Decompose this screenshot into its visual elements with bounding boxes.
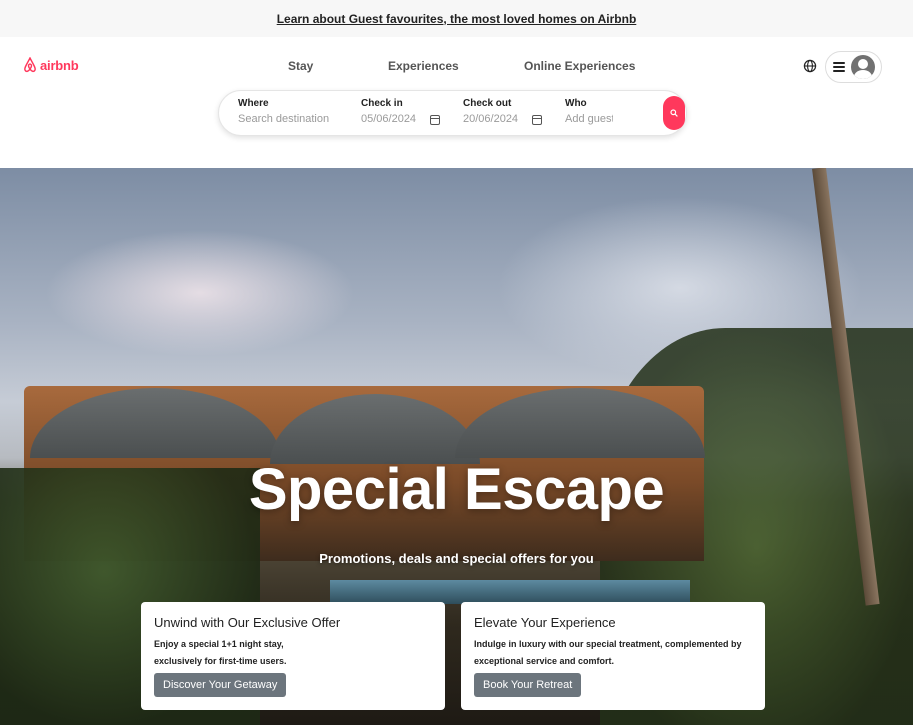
hero-subtitle: Promotions, deals and special offers for…: [319, 551, 594, 566]
offer-card-text: Indulge in luxury with our special treat…: [474, 639, 742, 649]
search-bar: Where Search destination Check in 05/06/…: [218, 90, 687, 136]
announcement-banner: Learn about Guest favourites, the most l…: [0, 0, 913, 37]
user-menu-button[interactable]: [825, 51, 882, 83]
hamburger-icon: [833, 62, 845, 72]
search-icon: [670, 109, 678, 117]
globe-icon[interactable]: [803, 59, 817, 73]
offer-card-text: exceptional service and comfort.: [474, 656, 615, 666]
check-out-label: Check out: [463, 98, 512, 109]
nav-stay[interactable]: Stay: [288, 59, 313, 73]
offer-card-title: Elevate Your Experience: [474, 615, 616, 630]
where-field[interactable]: Where Search destination: [238, 98, 329, 125]
check-out-input[interactable]: 20/06/2024: [463, 113, 518, 125]
check-in-label: Check in: [361, 98, 403, 109]
calendar-icon[interactable]: [430, 115, 440, 125]
search-button[interactable]: [663, 96, 685, 130]
book-retreat-button[interactable]: Book Your Retreat: [474, 673, 582, 697]
guest-favourites-link[interactable]: Learn about Guest favourites, the most l…: [277, 12, 637, 26]
logo-text: airbnb: [40, 57, 79, 73]
check-out-field[interactable]: Check out 20/06/2024: [463, 98, 518, 125]
hero-section: Special Escape Promotions, deals and spe…: [0, 168, 913, 725]
user-avatar-icon: [851, 55, 875, 79]
offer-card-text: exclusively for first-time users.: [154, 656, 287, 666]
offer-card-text: Enjoy a special 1+1 night stay,: [154, 639, 284, 649]
hero-title: Special Escape: [248, 457, 665, 522]
site-header: airbnb Stay Experiences Online Experienc…: [0, 37, 913, 168]
discover-getaway-button[interactable]: Discover Your Getaway: [154, 673, 287, 697]
calendar-icon[interactable]: [532, 115, 542, 125]
offer-card-title: Unwind with Our Exclusive Offer: [154, 615, 341, 630]
where-input[interactable]: Search destination: [238, 113, 329, 125]
nav-online-experiences[interactable]: Online Experiences: [524, 59, 635, 73]
offer-card: Unwind with Our Exclusive Offer Enjoy a …: [141, 602, 445, 710]
who-input[interactable]: Add guests: [565, 113, 613, 125]
airbnb-logo-icon: [24, 57, 36, 73]
offer-card: Elevate Your Experience Indulge in luxur…: [461, 602, 765, 710]
who-label: Who: [565, 98, 587, 109]
who-field[interactable]: Who Add guests: [565, 98, 613, 125]
airbnb-logo[interactable]: airbnb: [23, 57, 79, 73]
nav-experiences[interactable]: Experiences: [388, 59, 459, 73]
hero-background-pool: [330, 580, 690, 604]
check-in-field[interactable]: Check in 05/06/2024: [361, 98, 416, 125]
check-in-input[interactable]: 05/06/2024: [361, 113, 416, 125]
where-label: Where: [238, 98, 269, 109]
